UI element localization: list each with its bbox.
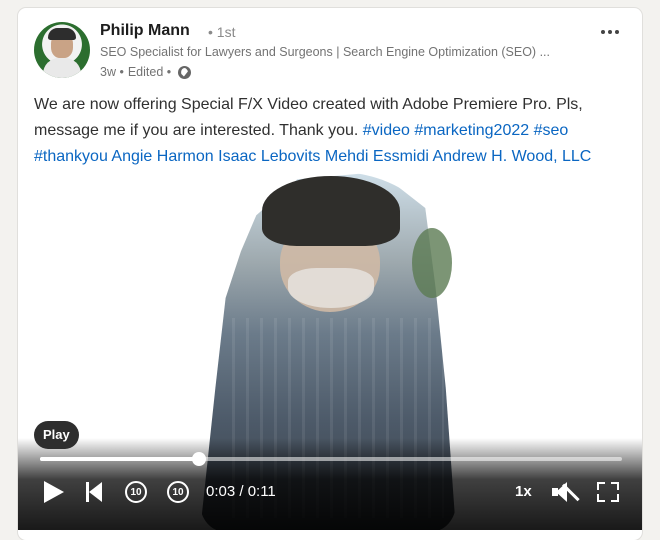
hashtag-link[interactable]: #marketing2022 [414, 122, 529, 139]
more-options-button[interactable] [596, 22, 624, 42]
video-player[interactable] [18, 168, 642, 530]
hashtag-link[interactable]: #video [363, 122, 410, 139]
dot-icon [615, 30, 619, 34]
rewind-10-icon: 10 [125, 481, 147, 503]
mention-link[interactable]: Andrew H. Wood, LLC [432, 148, 591, 165]
mention-link[interactable]: Angie Harmon [111, 148, 213, 165]
globe-icon [178, 65, 192, 79]
dot-icon [608, 30, 612, 34]
playback-speed-button[interactable]: 1x [515, 483, 532, 500]
connection-degree: • 1st [208, 24, 236, 40]
skip-forward-button[interactable]: 10 [164, 478, 192, 506]
fullscreen-icon [597, 482, 619, 502]
video-hat [262, 176, 400, 246]
volume-muted-icon [552, 481, 580, 503]
mute-button[interactable] [550, 478, 580, 506]
previous-button[interactable] [82, 478, 106, 506]
fullscreen-button[interactable] [594, 478, 622, 506]
skip-back-button[interactable]: 10 [122, 478, 150, 506]
feed-post-card: Philip Mann • 1st SEO Specialist for Law… [18, 8, 642, 540]
forward-10-icon: 10 [167, 481, 189, 503]
play-tooltip: Play [34, 421, 79, 449]
play-icon [44, 481, 64, 503]
post-text: We are now offering Special F/X Video cr… [34, 92, 634, 170]
video-tree [412, 228, 452, 298]
post-time: 3w • [100, 65, 124, 79]
author-headline: SEO Specialist for Lawyers and Surgeons … [100, 45, 550, 59]
previous-icon [86, 482, 102, 502]
hashtag-link[interactable]: #thankyou [34, 148, 108, 165]
edited-label: Edited • [127, 65, 172, 79]
hashtag-link[interactable]: #seo [534, 122, 569, 139]
progress-bar[interactable] [40, 452, 622, 466]
avatar-shirt [43, 58, 81, 78]
time-display: 0:03 / 0:11 [206, 483, 276, 500]
author-avatar[interactable] [34, 22, 90, 78]
avatar-cap [48, 28, 76, 40]
controls-overlay [18, 438, 642, 530]
progress-fill [40, 457, 199, 461]
author-name[interactable]: Philip Mann [100, 22, 190, 40]
mention-link[interactable]: Mehdi Essmidi [325, 148, 429, 165]
play-button[interactable] [40, 478, 68, 506]
progress-handle[interactable] [191, 452, 206, 466]
dot-icon [601, 30, 605, 34]
video-beard [288, 268, 374, 308]
mention-link[interactable]: Isaac Lebovits [218, 148, 320, 165]
post-meta: 3w • Edited • [100, 65, 192, 79]
